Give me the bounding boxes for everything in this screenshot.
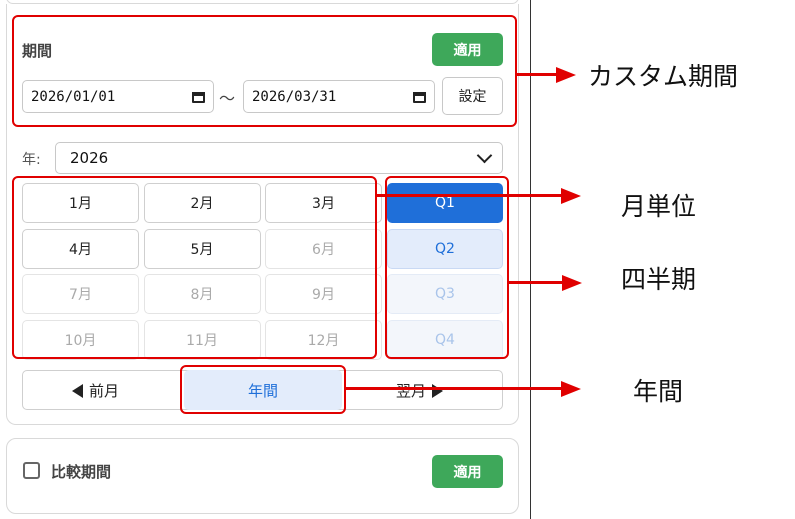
annotation-arrow-line	[346, 387, 562, 390]
annotation-custom-period: カスタム期間	[588, 62, 739, 91]
compare-period-label: 比較期間	[51, 463, 112, 481]
annotation-arrow-head	[556, 67, 576, 83]
annotation-box-yearly	[180, 365, 346, 414]
chevron-down-icon	[476, 147, 493, 164]
year-select-value: 2026	[70, 149, 109, 167]
panel-divider	[530, 0, 531, 519]
next-month-label: 翌月	[396, 382, 427, 400]
compare-period-checkbox[interactable]	[23, 462, 40, 479]
triangle-right-icon	[432, 383, 444, 398]
annotation-arrow-line	[517, 73, 557, 76]
next-month-button[interactable]: 翌月	[396, 380, 444, 401]
annotation-arrow-line	[509, 281, 563, 284]
annotation-arrow-line	[377, 194, 562, 197]
compare-apply-button[interactable]: 適用	[432, 455, 503, 488]
annotation-yearly: 年間	[633, 377, 684, 406]
annotation-quarterly: 四半期	[621, 265, 697, 294]
annotation-arrow-head	[561, 381, 581, 397]
annotation-arrow-head	[562, 275, 582, 291]
annotation-arrow-head	[561, 188, 581, 204]
annotation-box-monthly	[12, 176, 377, 359]
annotation-monthly: 月単位	[621, 192, 697, 221]
prev-month-button[interactable]: 前月	[72, 380, 119, 401]
year-select[interactable]: 2026	[55, 142, 503, 174]
annotation-box-quarterly	[385, 176, 509, 359]
annotation-box-custom-period	[12, 15, 517, 127]
prev-month-label: 前月	[89, 382, 120, 400]
triangle-left-icon	[72, 383, 83, 398]
year-label: 年:	[22, 152, 41, 168]
